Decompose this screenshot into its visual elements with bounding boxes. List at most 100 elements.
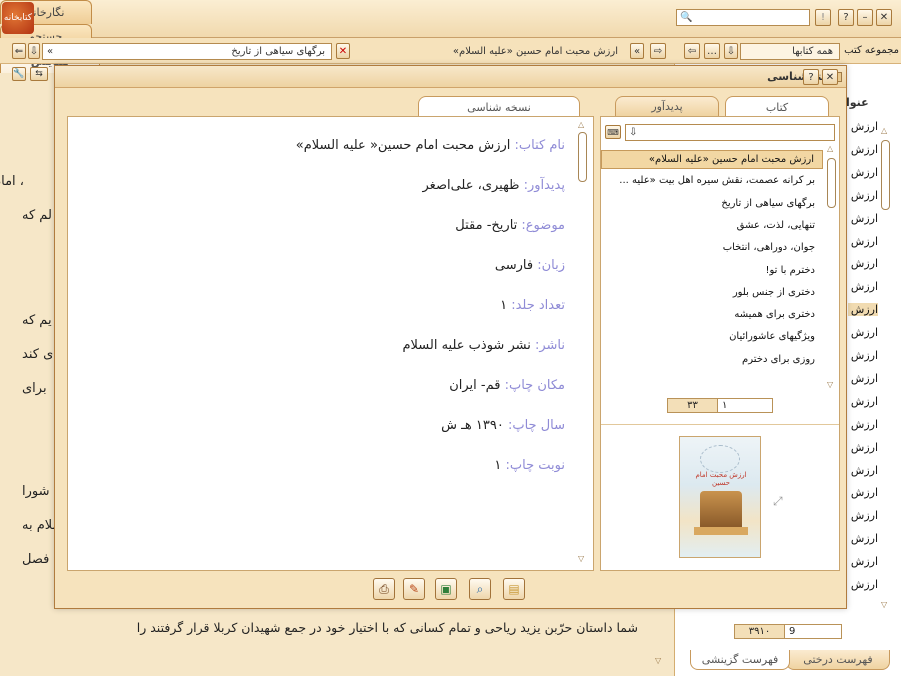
edit-icon[interactable]: ✎ <box>403 578 425 600</box>
sidebar-scrollbar[interactable]: △ ▽ <box>881 126 890 612</box>
book-list-item[interactable]: ارزش محبت امام حسین «علیه السلام» <box>601 150 823 169</box>
book-list-item[interactable]: برگهای سیاهی از تاریخ <box>601 195 823 214</box>
tab-selective-index[interactable]: فهرست گزینشی <box>690 650 790 670</box>
scroll-up-icon[interactable]: △ <box>578 120 584 129</box>
field-value: ارزش محبت امام حسین« علیه السلام» <box>295 138 515 153</box>
note-icon[interactable]: ▤ <box>503 578 525 600</box>
minimize-button[interactable]: – <box>857 9 873 26</box>
dialog-help-button[interactable]: ? <box>803 69 819 85</box>
down-arrow-icon[interactable]: ⇩ <box>28 43 40 59</box>
sidebar-item[interactable]: ارزش <box>848 326 878 339</box>
sidebar-item[interactable]: ارزش <box>848 280 878 293</box>
tab-tree-index[interactable]: فهرست درختی <box>786 650 890 670</box>
details-scroll-thumb[interactable] <box>578 132 587 182</box>
sidebar-item[interactable]: ارزش <box>848 166 878 179</box>
back-arrow-icon[interactable]: ⇦ <box>684 43 700 59</box>
view-toggle-icon[interactable]: ⇆ <box>30 67 48 81</box>
scroll-up-icon[interactable]: △ <box>881 126 887 135</box>
sidebar-item[interactable]: ارزش <box>848 395 878 408</box>
scroll-down-icon[interactable]: ▽ <box>655 656 661 665</box>
library-select[interactable]: همه کتابها <box>740 43 840 60</box>
divider <box>601 424 839 425</box>
book-list-scrollbar[interactable]: △ ▽ <box>827 144 836 394</box>
sidebar-item[interactable]: ارزش <box>848 257 878 270</box>
library-label: مجموعه کتب <box>844 45 899 56</box>
details-scrollbar[interactable]: △ ▽ <box>578 120 587 566</box>
tab-creator[interactable]: پدیدآور <box>615 96 719 116</box>
sidebar-item[interactable]: ارزش <box>848 120 878 133</box>
sidebar-item[interactable]: ارزش <box>848 509 878 522</box>
book-scroll-thumb[interactable] <box>827 158 836 208</box>
sidebar-item[interactable]: ارزش <box>848 578 878 591</box>
alert-button[interactable]: ! <box>815 9 831 26</box>
field-label: پدیدآور: <box>523 178 565 193</box>
sidebar-item[interactable]: ارزش <box>848 486 878 499</box>
double-chevron-icon[interactable]: « <box>630 43 644 59</box>
pager-current: 9 <box>789 626 796 637</box>
chevron-icon: » <box>47 46 54 57</box>
book-filter-input[interactable]: ⇩ <box>625 124 835 141</box>
side-book-field[interactable]: برگهای سیاهی از تاریخ » <box>42 43 332 60</box>
sidebar-pager[interactable]: ۳۹۱۰ 9 <box>734 624 842 639</box>
sidebar-item[interactable]: ارزش <box>848 372 878 385</box>
sidebar-item[interactable]: ارزش <box>848 212 878 225</box>
field-label: نوبت چاپ: <box>505 458 565 473</box>
pager-total: ۳۳ <box>668 399 718 412</box>
print-icon[interactable]: ⎙ <box>373 578 395 600</box>
nav-forward-icon[interactable]: ⇨ <box>650 43 666 59</box>
export-icon[interactable]: ▣ <box>435 578 457 600</box>
book-list-item[interactable]: دختری از جنس بلور <box>601 284 823 303</box>
expand-icon[interactable]: ⤢ <box>773 494 783 509</box>
sidebar-item[interactable]: ارزش <box>848 349 878 362</box>
tab-edition-info[interactable]: نسخه شناسی <box>418 96 580 117</box>
down-arrow-icon: ⇩ <box>629 127 638 138</box>
close-side-icon[interactable]: ✕ <box>336 43 350 59</box>
down-arrow-icon[interactable]: ⇩ <box>724 43 738 59</box>
cover-title: ارزش محبت امام حسین <box>695 471 747 487</box>
book-list-item[interactable]: تنهایی، لذت، عشق <box>601 217 823 236</box>
sidebar-item[interactable]: ارزش <box>848 418 878 431</box>
sidebar-item[interactable]: ارزش <box>848 532 878 545</box>
keyboard-icon[interactable]: ⌨ <box>605 125 621 139</box>
pager-total: ۳۹۱۰ <box>735 625 785 638</box>
cover-shrine-shape <box>700 491 742 527</box>
tools-icon[interactable]: 🔧 <box>12 67 26 81</box>
sidebar-item[interactable]: ارزش <box>848 441 878 454</box>
sidebar-item[interactable]: ارزش <box>848 555 878 568</box>
nav-back-icon[interactable]: ⇐ <box>12 43 26 59</box>
search-icon[interactable]: ⌕ <box>469 578 491 600</box>
field-label: سال چاپ: <box>507 418 565 433</box>
sidebar-item[interactable]: ارزش <box>848 303 878 317</box>
book-list-item[interactable]: دختری برای همیشه <box>601 306 823 325</box>
book-list-item[interactable]: ویژگیهای عاشورائیان <box>601 328 823 347</box>
sidebar-item[interactable]: ارزش <box>848 143 878 156</box>
sidebar-item[interactable]: ارزش <box>848 235 878 248</box>
book-list-item[interactable]: جوان، دوراهی، انتخاب <box>601 239 823 258</box>
reader-line: ی کند <box>22 347 54 362</box>
field-value: ۱۳۹۰ هـ ش <box>441 418 508 433</box>
close-button[interactable]: ✕ <box>876 9 892 26</box>
quick-search-input[interactable]: 🔍 <box>676 9 810 26</box>
tab-book[interactable]: کتاب <box>725 96 829 117</box>
book-list-item[interactable]: بر کرانه عصمت، نقش سیره اهل بیت «علیه ..… <box>601 172 823 191</box>
field-row: پدیدآور: ظهیری، علی‌اصغر <box>175 178 566 193</box>
sidebar-item[interactable]: ارزش <box>848 464 878 477</box>
book-list-item[interactable]: روزی برای دخترم <box>601 351 823 370</box>
dialog-close-button[interactable]: ✕ <box>822 69 838 85</box>
book-title: ارزش محبت امام حسین «علیه السلام» <box>452 46 618 57</box>
search-icon: 🔍 <box>680 12 693 23</box>
scroll-down-icon[interactable]: ▽ <box>881 600 887 609</box>
field-label: نام کتاب: <box>514 138 565 153</box>
sidebar-item[interactable]: ارزش <box>848 189 878 202</box>
cover-ornament <box>700 445 740 473</box>
sidebar-scroll-thumb[interactable] <box>881 140 890 210</box>
reader-line: شورا <box>22 484 50 499</box>
help-button[interactable]: ? <box>838 9 854 26</box>
book-list-item[interactable]: دخترم با تو! <box>601 262 823 281</box>
field-value: تاریخ- مقتل <box>455 218 522 233</box>
scroll-down-icon[interactable]: ▽ <box>827 380 833 389</box>
book-pager[interactable]: ۳۳ ۱ <box>667 398 773 413</box>
scroll-up-icon[interactable]: △ <box>827 144 833 153</box>
more-button[interactable]: … <box>704 43 720 59</box>
scroll-down-icon[interactable]: ▽ <box>578 554 584 563</box>
